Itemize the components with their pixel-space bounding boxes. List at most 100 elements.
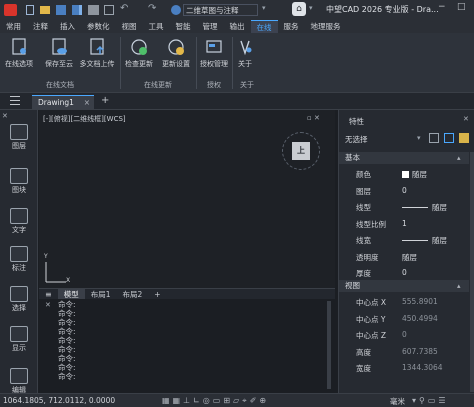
property-value-text: 555.8901 (402, 297, 438, 306)
command-scrollbar[interactable] (327, 301, 331, 389)
quick-access-open-icon[interactable] (40, 6, 50, 14)
panel-close-icon[interactable]: ✕ (2, 112, 8, 120)
left-tool-6[interactable]: 编辑 (4, 368, 34, 395)
section-collapse-icon[interactable]: ▴ (457, 282, 461, 290)
select-objects-icon[interactable] (444, 133, 454, 143)
minimize-button[interactable]: − (438, 2, 446, 12)
left-tool-4[interactable]: 选择 (4, 286, 34, 313)
property-key: 高度 (356, 347, 371, 357)
property-row[interactable]: 图层 0 (339, 183, 474, 198)
workspace-dropdown-icon[interactable]: ▾ (262, 4, 266, 12)
selection-dropdown-icon[interactable]: ▾ (417, 134, 421, 142)
license-management-button[interactable]: 授权管理 (196, 35, 232, 75)
layout-tab-2[interactable]: 布局2 (116, 289, 148, 300)
quick-access-new-icon[interactable] (26, 5, 34, 15)
properties-section-1[interactable]: 视图 (339, 280, 469, 292)
menu-item-1[interactable]: 注释 (27, 20, 54, 33)
property-key: 中心点 Y (356, 314, 386, 324)
layout-tab-3[interactable]: + (148, 290, 166, 299)
workspace-select[interactable]: 二维草图与注释 (183, 4, 258, 16)
quick-select-icon[interactable] (429, 133, 439, 143)
property-row[interactable]: 中心点 Z 0 (339, 327, 474, 342)
quick-access-print-icon[interactable] (88, 5, 99, 15)
command-close-icon[interactable]: ✕ (45, 301, 51, 309)
layout-tab-0[interactable]: 模型 (57, 288, 85, 300)
menu-item-2[interactable]: 插入 (54, 20, 81, 33)
layout-tab-1[interactable]: 布局1 (85, 289, 117, 300)
line-preview-icon (402, 207, 428, 208)
quick-access-save-icon[interactable] (56, 5, 66, 15)
property-value-text: 随层 (432, 236, 447, 245)
properties-close-icon[interactable]: ✕ (463, 115, 469, 123)
unit-dropdown[interactable]: 毫米 (390, 396, 405, 407)
left-tool-1[interactable]: 图块 (4, 168, 34, 195)
menu-item-9[interactable]: 在线 (250, 20, 278, 33)
properties-section-0[interactable]: 基本 (339, 152, 469, 164)
menu-item-8[interactable]: 输出 (224, 20, 251, 33)
ribbon-group-license: 授权 (207, 81, 221, 89)
property-row[interactable]: 线型 随层 (339, 199, 474, 214)
viewport-label[interactable]: [-][俯视][二维线框][WCS] (43, 114, 126, 124)
selection-dropdown[interactable]: 无选择 (343, 134, 417, 146)
pickadd-icon[interactable] (459, 133, 469, 143)
quick-access-saveas-icon[interactable] (72, 5, 82, 15)
property-row[interactable]: 颜色 随层 (339, 166, 474, 181)
property-row[interactable]: 线型比例 1 (339, 216, 474, 231)
layout-menu-icon[interactable]: ≡ (39, 290, 58, 299)
maximize-button[interactable]: □ (457, 2, 466, 12)
status-toggle-icons[interactable]: ▦▦⊥∟◎▭⊞▱⌖✐⊕ (162, 396, 269, 406)
tab-close-icon[interactable]: × (84, 96, 90, 109)
menu-item-7[interactable]: 管理 (197, 20, 224, 33)
drawing-canvas[interactable]: [-][俯视][二维线框][WCS] ▫ ✕ 上 Y X (39, 110, 335, 288)
check-update-button[interactable]: 检查更新 (120, 35, 158, 75)
menu-item-6[interactable]: 智能 (170, 20, 197, 33)
menu-item-5[interactable]: 工具 (143, 20, 170, 33)
property-row[interactable]: 高度 607.7385 (339, 344, 474, 359)
online-options-button[interactable]: 在线选项 (0, 35, 38, 75)
menu-item-10[interactable]: 服务 (278, 20, 305, 33)
menu-item-0[interactable]: 常用 (0, 20, 27, 33)
status-settings-icons[interactable]: ▾⚲▭☰ (412, 396, 449, 405)
menu-item-11[interactable]: 地理服务 (305, 20, 347, 33)
property-row[interactable]: 线宽 随层 (339, 232, 474, 247)
hamburger-menu-icon[interactable] (10, 96, 20, 105)
section-collapse-icon[interactable]: ▴ (457, 154, 461, 162)
property-row[interactable]: 透明度 随层 (339, 249, 474, 264)
property-value-text: 1344.3064 (402, 363, 443, 372)
property-row[interactable]: 中心点 X 555.8901 (339, 294, 474, 309)
new-tab-button[interactable]: + (101, 95, 109, 106)
quick-access-plot-icon[interactable] (104, 5, 114, 15)
viewport-close-icon[interactable]: ▫ ✕ (307, 114, 320, 122)
left-tool-3[interactable]: 标注 (4, 246, 34, 273)
update-settings-button[interactable]: 更新设置 (157, 35, 195, 75)
property-row[interactable]: 中心点 Y 450.4994 (339, 311, 474, 326)
viewcube-face[interactable]: 上 (292, 142, 310, 160)
home-button[interactable]: ⌂ (292, 2, 306, 16)
property-value-text: 随层 (432, 203, 447, 212)
ribbon-panel: 在线选项 保存至云 多文档上传 检查更新 更新设置 授权管理 关于 在线文档 在… (0, 33, 474, 93)
save-to-cloud-button[interactable]: 保存至云 (40, 35, 78, 75)
ribbon-group-online-update: 在线更新 (144, 81, 172, 89)
tab-drawing1[interactable]: Drawing1 × (32, 95, 94, 109)
about-button[interactable]: 关于 (230, 35, 260, 75)
save-to-cloud-label: 保存至云 (45, 60, 73, 68)
left-tool-panel: ✕ 图层图块文字标注选择显示编辑 (0, 110, 38, 407)
property-key: 透明度 (356, 252, 379, 262)
property-row[interactable]: 宽度 1344.3064 (339, 360, 474, 375)
menu-item-3[interactable]: 参数化 (81, 20, 116, 33)
status-bar: 1064.1805, 712.0112, 0.0000 ▦▦⊥∟◎▭⊞▱⌖✐⊕ … (0, 393, 474, 407)
home-dropdown-icon[interactable]: ▾ (309, 4, 313, 12)
property-row[interactable]: 厚度 0 (339, 265, 474, 280)
redo-icon[interactable]: ↷ (148, 3, 156, 14)
undo-icon[interactable]: ↶ (120, 3, 128, 14)
cloud-save-icon (52, 38, 67, 55)
app-logo-icon[interactable] (4, 4, 17, 16)
left-tool-2[interactable]: 文字 (4, 208, 34, 235)
properties-panel: 特性 ✕ 无选择 ▾ 基本 ▴ 颜色 随层 图层 0 线型 随层 线型比例 1 线宽 随层 透明度 随层厚… (338, 110, 474, 393)
left-tool-5[interactable]: 显示 (4, 326, 34, 353)
left-tool-0[interactable]: 图层 (4, 124, 34, 151)
command-line: 命令: (58, 300, 76, 309)
menu-item-4[interactable]: 视图 (116, 20, 143, 33)
multi-doc-upload-button[interactable]: 多文档上传 (76, 35, 118, 75)
layout-tab-bar: ≡ 模型 布局1 布局2 + (39, 288, 335, 300)
